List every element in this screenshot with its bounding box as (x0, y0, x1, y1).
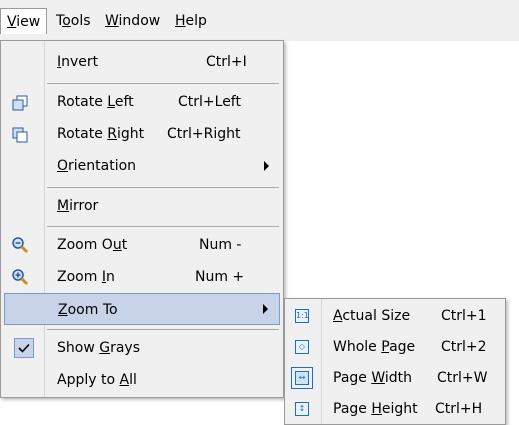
menu-item-label: Whole Page (333, 339, 416, 355)
page-height-icon: ↕ (295, 402, 309, 416)
menu-item-zoom-out[interactable]: Zoom Out Num - (1, 229, 283, 261)
menu-item-label: Page Height (333, 401, 418, 417)
zoom-out-icon (12, 237, 29, 254)
menu-view[interactable]: View (0, 8, 48, 34)
menu-item-label: Mirror (57, 198, 99, 214)
menu-separator (47, 226, 279, 227)
menu-window[interactable]: Window (99, 8, 166, 34)
menu-bar: View Tools Window Help (0, 0, 519, 41)
menu-item-rotate-right[interactable]: Rotate Right Ctrl+Right (1, 118, 283, 150)
check-icon (14, 338, 34, 358)
menu-item-label: Orientation (57, 158, 137, 174)
menu-item-rotate-left[interactable]: Rotate Left Ctrl+Left (1, 86, 283, 118)
view-menu: Invert Ctrl+I Rotate Left Ctrl+Left Rota… (0, 40, 284, 398)
menu-separator (47, 329, 279, 330)
submenu-item-whole-page[interactable]: ◇ Whole Page Ctrl+2 (285, 332, 505, 363)
menu-item-label: Apply to All (57, 372, 137, 388)
menu-item-label: Rotate Right (57, 126, 145, 142)
menu-item-label: Page Width (333, 370, 413, 386)
menu-item-label: Rotate Left (57, 94, 134, 110)
rotate-left-icon (12, 95, 28, 111)
whole-page-icon: ◇ (295, 340, 309, 354)
menu-item-shortcut: Num - (199, 237, 242, 253)
submenu-arrow-icon (263, 304, 268, 314)
menu-item-shortcut: Num + (195, 269, 245, 285)
menu-item-invert[interactable]: Invert Ctrl+I (1, 46, 283, 78)
menu-item-show-grays[interactable]: Show Grays (1, 332, 283, 364)
menu-tools[interactable]: Tools (50, 8, 97, 34)
menu-item-label: Zoom To (58, 302, 118, 318)
submenu-arrow-icon (264, 161, 269, 171)
menu-separator (47, 187, 279, 188)
zoom-to-submenu: 1:1 Actual Size Ctrl+1 ◇ Whole Page Ctrl… (284, 298, 506, 425)
menu-item-shortcut: Ctrl+Left (178, 94, 241, 110)
menu-separator (47, 83, 279, 84)
submenu-item-actual-size[interactable]: 1:1 Actual Size Ctrl+1 (285, 301, 505, 332)
submenu-item-page-width[interactable]: ↔ Page Width Ctrl+W (285, 363, 505, 394)
menu-item-shortcut: Ctrl+2 (441, 339, 487, 355)
menu-item-label: Actual Size (333, 308, 411, 324)
menu-item-label: Zoom In (57, 269, 115, 285)
menu-item-mirror[interactable]: Mirror (1, 190, 283, 222)
menu-item-zoom-in[interactable]: Zoom In Num + (1, 261, 283, 293)
zoom-in-icon (12, 269, 29, 286)
page-width-icon: ↔ (291, 367, 313, 389)
menu-item-orientation[interactable]: Orientation (1, 150, 283, 182)
menu-item-zoom-to[interactable]: Zoom To (4, 293, 280, 325)
submenu-item-page-height[interactable]: ↕ Page Height Ctrl+H (285, 394, 505, 425)
menu-item-apply-to-all[interactable]: Apply to All (1, 364, 283, 396)
menu-item-shortcut: Ctrl+H (435, 401, 483, 417)
menu-item-label: Invert (57, 54, 99, 70)
menu-item-shortcut: Ctrl+1 (441, 308, 487, 324)
menu-item-shortcut: Ctrl+Right (167, 126, 241, 142)
menu-help[interactable]: Help (169, 8, 213, 34)
menu-item-shortcut: Ctrl+I (206, 54, 247, 70)
menu-item-label: Zoom Out (57, 237, 128, 253)
menu-item-label: Show Grays (57, 340, 141, 356)
actual-size-icon: 1:1 (295, 309, 309, 323)
menu-item-shortcut: Ctrl+W (437, 370, 488, 386)
rotate-right-icon (12, 127, 28, 143)
